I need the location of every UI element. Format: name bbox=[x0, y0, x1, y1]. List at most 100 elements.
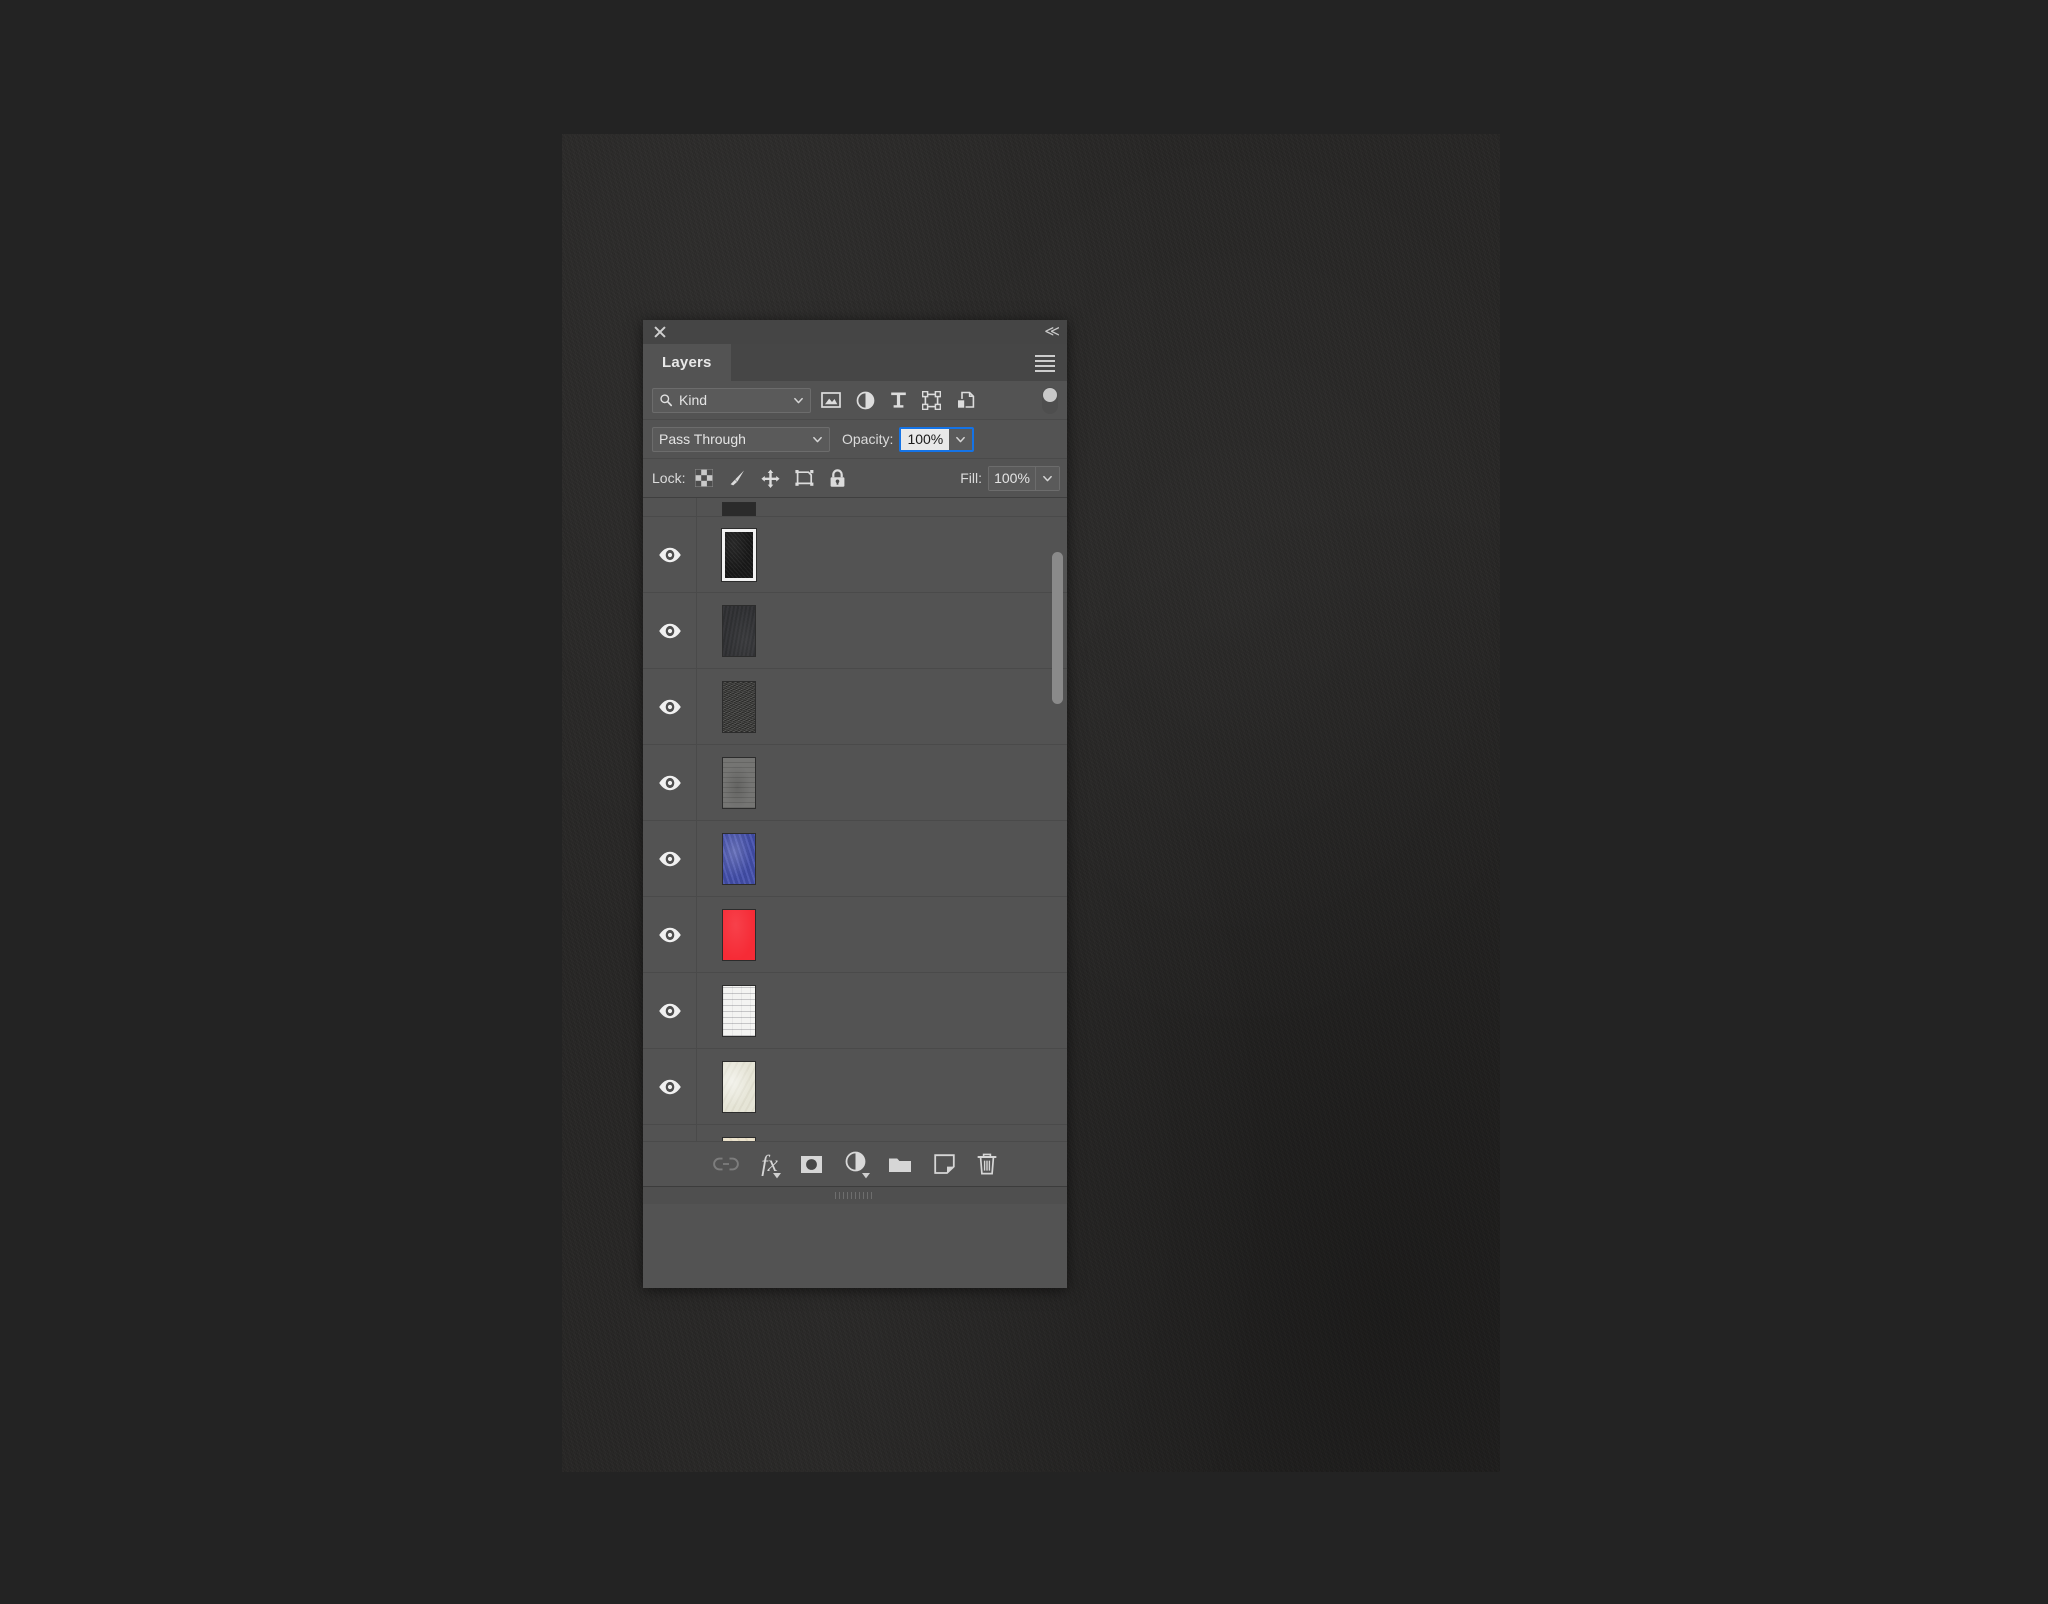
layer-row[interactable] bbox=[643, 897, 1067, 973]
new-page-icon[interactable] bbox=[934, 1154, 955, 1174]
text-t-icon[interactable] bbox=[890, 391, 907, 409]
opacity-input[interactable]: 100% bbox=[901, 428, 950, 450]
layer-visibility-toggle[interactable] bbox=[643, 593, 697, 668]
blend-opacity-row: Pass Through Opacity: 100% bbox=[643, 420, 1067, 459]
chevron-down-icon bbox=[956, 436, 966, 442]
layer-visibility-icon[interactable] bbox=[658, 623, 682, 639]
layer-thumbnail-cell bbox=[697, 527, 781, 582]
layer-thumbnail-cell bbox=[697, 832, 781, 885]
layer-visibility-toggle[interactable] bbox=[643, 821, 697, 896]
image-icon[interactable] bbox=[821, 391, 841, 409]
layer-visibility-icon[interactable] bbox=[658, 547, 682, 563]
layer-thumbnail[interactable] bbox=[721, 527, 757, 582]
layer-thumbnail-cell bbox=[697, 604, 781, 657]
lock-buttons bbox=[695, 468, 846, 488]
layer-visibility-icon[interactable] bbox=[658, 1079, 682, 1095]
tab-layers[interactable]: Layers bbox=[643, 344, 731, 381]
fill-control: 100% bbox=[988, 465, 1060, 491]
layer-visibility-icon[interactable] bbox=[658, 699, 682, 715]
layer-visibility-icon[interactable] bbox=[658, 851, 682, 867]
blend-mode-select[interactable]: Pass Through bbox=[652, 426, 830, 452]
chevron-down-icon bbox=[813, 436, 822, 442]
layer-thumbnail[interactable] bbox=[722, 502, 756, 516]
layer-visibility-toggle[interactable] bbox=[643, 669, 697, 744]
layer-thumbnail-cell bbox=[697, 680, 781, 733]
layer-thumbnail[interactable] bbox=[722, 908, 756, 961]
layer-row[interactable] bbox=[643, 821, 1067, 897]
close-icon[interactable] bbox=[652, 324, 668, 340]
layer-thumbnail[interactable] bbox=[722, 984, 756, 1037]
layer-thumbnail[interactable] bbox=[722, 1136, 756, 1141]
lock-label: Lock: bbox=[652, 470, 686, 486]
padlock-icon[interactable] bbox=[829, 468, 846, 488]
layer-thumbnail[interactable] bbox=[722, 680, 756, 733]
filter-kind-label: Kind bbox=[679, 392, 708, 408]
caret-down-icon bbox=[772, 1173, 781, 1179]
layer-visibility-toggle[interactable] bbox=[643, 1049, 697, 1124]
layer-thumbnail[interactable] bbox=[722, 832, 756, 885]
layer-list[interactable] bbox=[643, 498, 1067, 1141]
layer-type-filters bbox=[821, 390, 975, 410]
layer-filter-row: Kind bbox=[643, 381, 1067, 420]
layer-thumbnail[interactable] bbox=[722, 756, 756, 809]
chain-link-icon[interactable] bbox=[713, 1156, 739, 1172]
folder-icon[interactable] bbox=[888, 1155, 912, 1174]
filter-kind-select[interactable]: Kind bbox=[652, 387, 811, 413]
layer-visibility-toggle[interactable] bbox=[643, 897, 697, 972]
grip-ticks bbox=[835, 1192, 875, 1199]
layer-row[interactable] bbox=[643, 745, 1067, 821]
layer-visibility-toggle[interactable] bbox=[643, 1125, 697, 1141]
checkerboard-icon[interactable] bbox=[695, 469, 714, 487]
chevron-down-icon bbox=[1043, 475, 1052, 481]
layer-row[interactable] bbox=[643, 517, 1067, 593]
adjustment-half-circle-icon bbox=[845, 1151, 866, 1172]
collapse-panel-icon[interactable]: ≪ bbox=[1044, 323, 1060, 341]
layer-visibility-toggle[interactable] bbox=[643, 745, 697, 820]
layer-row[interactable] bbox=[643, 1049, 1067, 1125]
layer-visibility-icon[interactable] bbox=[658, 927, 682, 943]
trash-icon[interactable] bbox=[977, 1153, 997, 1175]
lock-row: Lock: Fill: 100% bbox=[643, 459, 1067, 498]
layers-panel-footer: fx bbox=[643, 1141, 1067, 1186]
layer-style-button[interactable]: fx bbox=[761, 1152, 781, 1179]
layer-thumbnail[interactable] bbox=[722, 604, 756, 657]
layer-visibility-icon[interactable] bbox=[658, 1003, 682, 1019]
artboard-icon[interactable] bbox=[795, 469, 814, 487]
layer-row[interactable] bbox=[643, 498, 1067, 517]
opacity-slider-toggle[interactable] bbox=[949, 428, 973, 450]
fill-slider-toggle[interactable] bbox=[1035, 466, 1059, 490]
caret-down-icon bbox=[861, 1173, 870, 1179]
layer-list-scrollbar[interactable] bbox=[1052, 552, 1063, 1141]
layer-row[interactable] bbox=[643, 669, 1067, 745]
fill-input[interactable]: 100% bbox=[989, 466, 1035, 490]
layer-thumbnail[interactable] bbox=[722, 1060, 756, 1113]
layer-visibility-toggle[interactable] bbox=[643, 517, 697, 592]
opacity-label: Opacity: bbox=[842, 431, 894, 447]
smart-object-icon[interactable] bbox=[956, 391, 975, 410]
brush-icon[interactable] bbox=[728, 469, 746, 487]
layer-thumbnail-cell bbox=[697, 756, 781, 809]
layer-thumbnail-cell bbox=[697, 1136, 781, 1141]
panel-menu-icon[interactable] bbox=[1035, 355, 1055, 372]
panel-tab-strip: Layers bbox=[643, 344, 1067, 381]
filter-enable-toggle[interactable] bbox=[1042, 387, 1058, 414]
mask-circle-icon[interactable] bbox=[800, 1155, 823, 1174]
layer-thumbnail-cell bbox=[697, 984, 781, 1037]
fill-label: Fill: bbox=[960, 470, 982, 486]
scrollbar-thumb[interactable] bbox=[1052, 552, 1063, 704]
layer-row[interactable] bbox=[643, 593, 1067, 669]
chevron-down-icon bbox=[794, 397, 803, 403]
adjustment-half-circle-icon[interactable] bbox=[856, 391, 875, 410]
layer-visibility-toggle[interactable] bbox=[643, 973, 697, 1048]
layer-row[interactable] bbox=[643, 1125, 1067, 1141]
layer-row[interactable] bbox=[643, 973, 1067, 1049]
move-arrows-icon[interactable] bbox=[761, 469, 781, 488]
panel-title-bar: ≪ bbox=[643, 320, 1067, 344]
panel-resize-grip[interactable] bbox=[643, 1186, 1067, 1204]
layer-visibility-icon[interactable] bbox=[658, 775, 682, 791]
layer-visibility-toggle[interactable] bbox=[643, 498, 697, 516]
new-adjustment-layer-button[interactable] bbox=[845, 1151, 870, 1179]
shape-vector-icon[interactable] bbox=[922, 390, 941, 410]
layer-thumbnail-cell bbox=[697, 908, 781, 961]
layer-thumbnail-cell bbox=[697, 502, 781, 516]
